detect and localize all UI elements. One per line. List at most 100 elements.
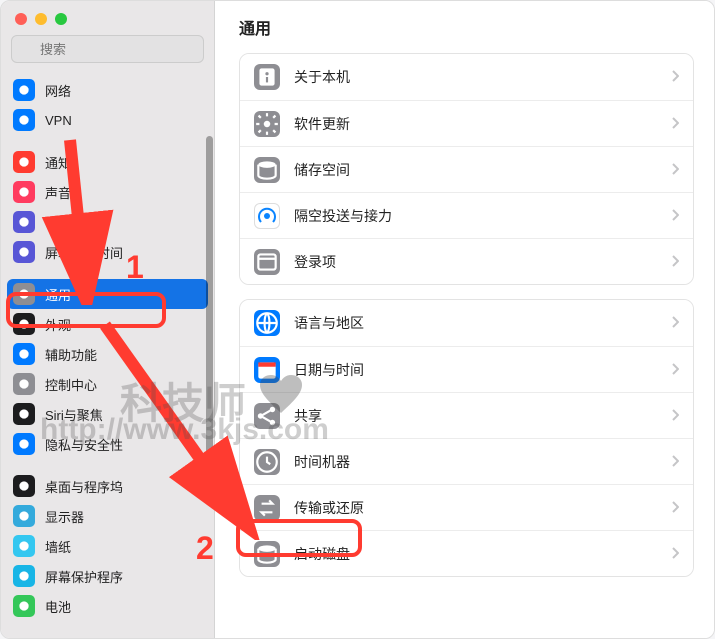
sidebar-item[interactable]: 墙纸 [7, 531, 208, 561]
close-button[interactable] [15, 13, 27, 25]
sidebar-item-icon [13, 373, 35, 395]
settings-row[interactable]: 储存空间 [240, 146, 693, 192]
sidebar-item[interactable]: 屏幕保护程序 [7, 561, 208, 591]
chevron-right-icon [671, 315, 679, 331]
sidebar-item[interactable]: Siri与聚焦 [7, 399, 208, 429]
search-input[interactable] [11, 35, 204, 63]
sidebar-item-label: 外观 [45, 315, 71, 334]
disk-icon [254, 541, 280, 567]
sidebar-item-icon [13, 211, 35, 233]
sidebar-item-label: 电池 [45, 597, 71, 616]
settings-row[interactable]: 隔空投送与接力 [240, 192, 693, 238]
settings-row[interactable]: 传输或还原 [240, 484, 693, 530]
chevron-right-icon [671, 454, 679, 470]
sidebar-item-label: 隐私与安全性 [45, 435, 123, 454]
sidebar-item-icon [13, 475, 35, 497]
sidebar-item-label: 控制中心 [45, 375, 97, 394]
settings-row-label: 储存空间 [294, 160, 657, 180]
sidebar-item[interactable]: 控制中心 [7, 369, 208, 399]
settings-row[interactable]: 时间机器 [240, 438, 693, 484]
settings-group: 语言与地区日期与时间共享时间机器传输或还原启动磁盘 [239, 299, 694, 577]
chevron-right-icon [671, 500, 679, 516]
maximize-button[interactable] [55, 13, 67, 25]
sidebar-item[interactable]: 桌面与程序坞 [7, 471, 208, 501]
settings-row-label: 时间机器 [294, 452, 657, 472]
sidebar-item-label: 网络 [45, 81, 71, 100]
transfer-icon [254, 495, 280, 521]
sidebar-nav: 网络 VPN 通知声音专注模式屏幕使用时间通用外观辅助功能控制中心 Siri与聚焦隐私… [1, 73, 214, 638]
sidebar-item-label: 通用 [45, 285, 71, 304]
settings-row-label: 共享 [294, 406, 657, 426]
main-panel: 通用 关于本机软件更新储存空间隔空投送与接力登录项语言与地区日期与时间共享时间机… [215, 1, 714, 638]
sidebar-item[interactable]: 通用 [7, 279, 208, 309]
sidebar-item-icon [13, 151, 35, 173]
sidebar-item-icon [13, 505, 35, 527]
chevron-right-icon [671, 254, 679, 270]
settings-row[interactable]: 关于本机 [240, 54, 693, 100]
settings-row-label: 隔空投送与接力 [294, 206, 657, 226]
settings-row-label: 软件更新 [294, 114, 657, 134]
sidebar-item-label: 专注模式 [45, 213, 97, 232]
settings-row[interactable]: 日期与时间 [240, 346, 693, 392]
gear-icon [254, 111, 280, 137]
sidebar-item[interactable]: 隐私与安全性 [7, 429, 208, 459]
sidebar-item-label: VPN [45, 113, 72, 128]
sidebar-item[interactable]: 专注模式 [7, 207, 208, 237]
globe-icon [254, 310, 280, 336]
sidebar-item-label: 屏幕使用时间 [45, 243, 123, 262]
airdrop-icon [254, 203, 280, 229]
chevron-right-icon [671, 408, 679, 424]
window-controls [1, 1, 214, 35]
sidebar-item-icon [13, 181, 35, 203]
sidebar-item-icon [13, 283, 35, 305]
sidebar-item-icon [13, 403, 35, 425]
share-icon [254, 403, 280, 429]
settings-row[interactable]: 共享 [240, 392, 693, 438]
chevron-right-icon [671, 362, 679, 378]
sidebar-item-icon [13, 79, 35, 101]
chevron-right-icon [671, 546, 679, 562]
sidebar-item[interactable]: 外观 [7, 309, 208, 339]
sidebar-item-icon [13, 109, 35, 131]
settings-row[interactable]: 软件更新 [240, 100, 693, 146]
minimize-button[interactable] [35, 13, 47, 25]
page-title: 通用 [239, 15, 694, 39]
sidebar-item[interactable]: 显示器 [7, 501, 208, 531]
window-icon [254, 249, 280, 275]
sidebar-item-icon [13, 313, 35, 335]
settings-row-label: 启动磁盘 [294, 544, 657, 564]
info-icon [254, 64, 280, 90]
sidebar-item[interactable]: 屏幕使用时间 [7, 237, 208, 267]
settings-row[interactable]: 登录项 [240, 238, 693, 284]
sidebar-item[interactable]: 辅助功能 [7, 339, 208, 369]
settings-row[interactable]: 语言与地区 [240, 300, 693, 346]
sidebar-item-icon [13, 433, 35, 455]
sidebar-item-icon [13, 343, 35, 365]
sidebar-item[interactable]: 声音 [7, 177, 208, 207]
settings-row-label: 日期与时间 [294, 360, 657, 380]
sidebar-item[interactable]: VPN [7, 105, 208, 135]
settings-row[interactable]: 启动磁盘 [240, 530, 693, 576]
settings-window: 网络VPN通知声音专注模式屏幕使用时间通用外观辅助功能控制中心Siri与聚焦隐私… [0, 0, 715, 639]
sidebar-item[interactable]: 电池 [7, 591, 208, 621]
sidebar-item[interactable]: 通知 [7, 147, 208, 177]
settings-row-label: 登录项 [294, 252, 657, 272]
sidebar-item-label: 桌面与程序坞 [45, 477, 123, 496]
sidebar-item-icon [13, 535, 35, 557]
settings-row-label: 传输或还原 [294, 498, 657, 518]
sidebar-item-icon [13, 565, 35, 587]
settings-group: 关于本机软件更新储存空间隔空投送与接力登录项 [239, 53, 694, 285]
scrollbar[interactable] [206, 136, 213, 466]
sidebar-item-label: 屏幕保护程序 [45, 567, 123, 586]
sidebar-item-icon [13, 241, 35, 263]
chevron-right-icon [671, 69, 679, 85]
settings-row-label: 关于本机 [294, 67, 657, 87]
sidebar-item-label: Siri与聚焦 [45, 405, 103, 424]
sidebar-item[interactable]: 网络 [7, 75, 208, 105]
sidebar-item-label: 墙纸 [45, 537, 71, 556]
disk-icon [254, 157, 280, 183]
settings-panel: 关于本机软件更新储存空间隔空投送与接力登录项语言与地区日期与时间共享时间机器传输… [239, 53, 694, 577]
sidebar: 网络 VPN 通知声音专注模式屏幕使用时间通用外观辅助功能控制中心 Siri与聚焦隐私… [1, 1, 215, 638]
chevron-right-icon [671, 162, 679, 178]
sidebar-item-label: 辅助功能 [45, 345, 97, 364]
